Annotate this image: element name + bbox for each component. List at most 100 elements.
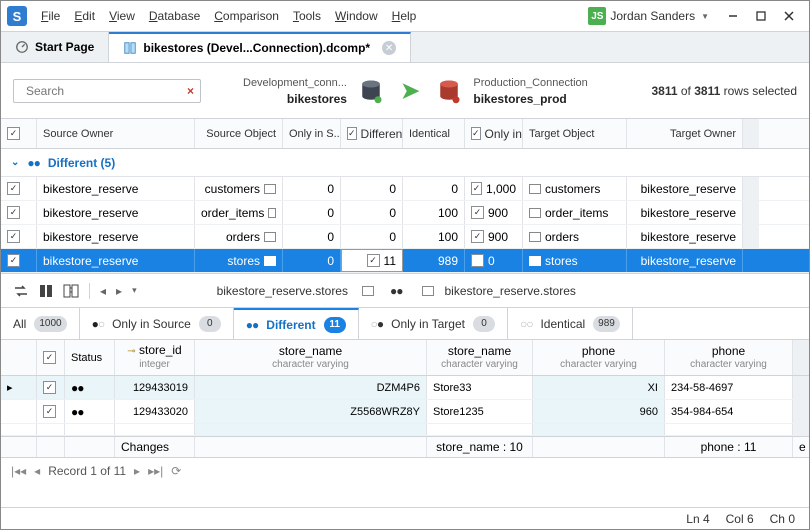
search-clear-button[interactable]: × — [187, 84, 194, 98]
filter-only-source[interactable]: ●○ Only in Source0 — [80, 308, 234, 339]
changes-summary-row: Changes store_name : 10 phone : 11 e — [1, 436, 809, 458]
detail-row-partial — [1, 424, 809, 436]
gauge-icon — [15, 40, 29, 54]
group-different-label: Different (5) — [48, 156, 115, 170]
target-object-path: bikestore_reserve.stores — [444, 284, 575, 298]
menu-comparison[interactable]: Comparison — [208, 5, 285, 27]
detail-scrollbar[interactable] — [793, 340, 809, 375]
grid-header-source-owner[interactable]: Source Owner — [37, 119, 195, 148]
grid-header-source-object[interactable]: Source Object — [195, 119, 283, 148]
target-db-name: bikestores_prod — [473, 91, 566, 107]
grid-header-check[interactable] — [1, 119, 37, 148]
detail-header-phone-src[interactable]: phonecharacter varying — [533, 340, 665, 375]
status-line: Ln 4 — [686, 512, 709, 526]
status-col: Col 6 — [726, 512, 754, 526]
filter-different[interactable]: ●● Different11 — [234, 308, 359, 339]
database-source-icon — [357, 77, 385, 105]
table-row[interactable]: bikestore_reservecustomers0001,000custom… — [1, 177, 809, 201]
sync-direction-arrow-icon: ➤ — [401, 78, 419, 104]
status-ch: Ch 0 — [770, 512, 795, 526]
nav-next-button[interactable]: ▸ — [134, 464, 140, 478]
status-bar: Ln 4 Col 6 Ch 0 — [1, 507, 809, 529]
tab-dcomp-document[interactable]: bikestores (Devel...Connection).dcomp* ✕ — [109, 32, 411, 62]
group-different[interactable]: ⌄ ●● Different (5) — [1, 149, 809, 177]
tab-dcomp-label: bikestores (Devel...Connection).dcomp* — [143, 41, 370, 55]
nav-record-label: Record 1 of 11 — [48, 464, 126, 478]
table-row[interactable]: bikestore_reserveorder_items00100900orde… — [1, 201, 809, 225]
window-minimize-button[interactable] — [719, 6, 747, 26]
detail-toolbar: ◂ ▸ ▾ bikestore_reserve.stores ●● bikest… — [1, 274, 809, 308]
nav-next-change-icon[interactable]: ▸ — [116, 284, 122, 298]
key-icon: ⊸ — [127, 346, 135, 357]
source-db-name: bikestores — [287, 91, 347, 107]
tab-start-page[interactable]: Start Page — [1, 32, 109, 62]
menu-database[interactable]: Database — [143, 5, 206, 27]
grid-header-identical[interactable]: Identical — [403, 119, 465, 148]
changes-extra: e — [793, 437, 809, 457]
grid-header-only-source[interactable]: Only in S... — [283, 119, 341, 148]
record-navigator: |◂◂ ◂ Record 1 of 11 ▸ ▸▸| ⟳ — [1, 458, 809, 484]
detail-check-all[interactable] — [43, 351, 56, 364]
grid-header-different[interactable]: Different — [341, 119, 403, 148]
compare-doc-icon — [123, 41, 137, 55]
menu-file[interactable]: File — [35, 5, 66, 27]
menu-help[interactable]: Help — [386, 5, 423, 27]
database-target-icon — [435, 77, 463, 105]
nav-refresh-button[interactable]: ⟳ — [171, 464, 181, 478]
table-row[interactable]: bikestore_reservestores0119890storesbike… — [1, 249, 809, 273]
menu-tools[interactable]: Tools — [287, 5, 327, 27]
group-expand-caret-icon[interactable]: ⌄ — [11, 157, 19, 168]
source-conn-name: Development_conn... — [243, 75, 347, 91]
comparison-grid: Source Owner Source Object Only in S... … — [1, 119, 809, 274]
detail-header-store-name-tgt[interactable]: store_namecharacter varying — [427, 340, 533, 375]
filter-identical[interactable]: ○○ Identical989 — [508, 308, 633, 339]
grid-header-row: Source Owner Source Object Only in S... … — [1, 119, 809, 149]
source-object-path: bikestore_reserve.stores — [217, 284, 348, 298]
user-name[interactable]: Jordan Sanders — [610, 9, 695, 23]
tab-close-button[interactable]: ✕ — [382, 41, 396, 55]
table-icon — [362, 286, 374, 296]
changes-phone: phone : 11 — [665, 437, 793, 457]
window-close-button[interactable] — [775, 6, 803, 26]
menu-view[interactable]: View — [103, 5, 141, 27]
filter-only-target[interactable]: ○● Only in Target0 — [359, 308, 508, 339]
connection-header: × Development_conn... bikestores ➤ Produ… — [1, 63, 809, 119]
search-box[interactable]: × — [13, 79, 201, 103]
menu-bar: File Edit View Database Comparison Tools… — [35, 5, 422, 27]
nav-prev-button[interactable]: ◂ — [34, 464, 40, 478]
menu-window[interactable]: Window — [329, 5, 384, 27]
nav-last-button[interactable]: ▸▸| — [148, 464, 163, 478]
changes-label: Changes — [115, 437, 195, 457]
document-tab-bar: Start Page bikestores (Devel...Connectio… — [1, 31, 809, 63]
detail-header-status[interactable]: Status — [65, 340, 115, 375]
detail-row[interactable]: ▸●●129433019DZM4P6Store33XI234-58-4697 — [1, 376, 809, 400]
detail-header-phone-tgt[interactable]: phonecharacter varying — [665, 340, 793, 375]
columns-icon[interactable] — [39, 284, 53, 298]
nav-prev-change-icon[interactable]: ◂ — [100, 284, 106, 298]
app-icon: S — [7, 6, 27, 26]
detail-row[interactable]: ●●129433020Z5568WRZ8YStore1235960354-984… — [1, 400, 809, 424]
filter-all[interactable]: All1000 — [1, 308, 80, 339]
window-maximize-button[interactable] — [747, 6, 775, 26]
tab-start-label: Start Page — [35, 40, 94, 54]
maximize-icon — [756, 11, 766, 21]
table-row[interactable]: bikestore_reserveorders00100900ordersbik… — [1, 225, 809, 249]
grid-header-only-target[interactable]: Only in T — [465, 119, 523, 148]
nav-caret-icon[interactable]: ▾ — [132, 285, 137, 296]
user-menu-caret-icon[interactable]: ▼ — [701, 12, 709, 21]
nav-first-button[interactable]: |◂◂ — [11, 464, 26, 478]
menu-edit[interactable]: Edit — [68, 5, 101, 27]
detail-header-store-name-src[interactable]: store_namecharacter varying — [195, 340, 427, 375]
detail-grid: Status ⊸ store_id integer store_namechar… — [1, 340, 809, 507]
grid-header-target-owner[interactable]: Target Owner — [627, 119, 743, 148]
sync-action-icon[interactable] — [13, 284, 29, 298]
user-badge: JS — [588, 7, 606, 25]
minimize-icon — [728, 11, 738, 21]
grid-header-target-object[interactable]: Target Object — [523, 119, 627, 148]
grid-scrollbar[interactable] — [743, 119, 759, 148]
search-input[interactable] — [26, 84, 181, 98]
compare-view-icon[interactable] — [63, 284, 79, 298]
filter-tab-bar: All1000 ●○ Only in Source0 ●● Different1… — [1, 308, 809, 340]
detail-header-store-id[interactable]: ⊸ store_id integer — [115, 340, 195, 375]
changes-store-name: store_name : 10 — [427, 437, 533, 457]
